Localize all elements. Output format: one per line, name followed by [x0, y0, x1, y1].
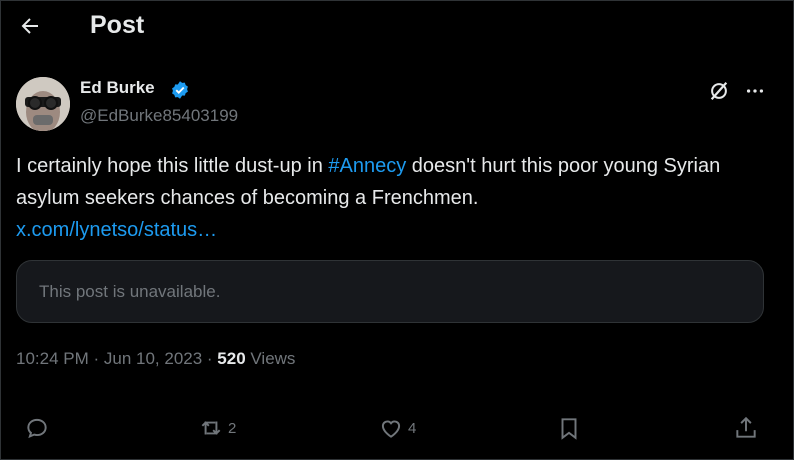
more-icon[interactable] [744, 80, 766, 102]
verified-badge-icon [172, 81, 188, 99]
views-label: Views [245, 349, 296, 368]
action-bar: 2 4 [0, 400, 794, 456]
post-text-before: I certainly hope this little dust-up in [16, 155, 329, 177]
post-date[interactable]: Jun 10, 2023 [104, 349, 202, 368]
post-url-link[interactable]: x.com/lynetso/status… [16, 219, 217, 241]
avatar-image [16, 77, 70, 131]
meta-separator: · [88, 349, 104, 368]
views-count: 520 [217, 349, 246, 368]
page-title: Post [90, 11, 145, 39]
reply-button[interactable] [24, 414, 50, 442]
post-metadata: 10:24 PM · Jun 10, 2023 · 520 Views [16, 349, 295, 369]
post-time[interactable]: 10:24 PM [16, 349, 89, 368]
repost-count: 2 [228, 419, 237, 437]
bookmark-icon [561, 418, 577, 440]
back-arrow-icon[interactable] [18, 14, 42, 38]
quote-unavailable-text: This post is unavailable. [39, 282, 221, 301]
hashtag-link[interactable]: #Annecy [328, 155, 406, 177]
repost-button[interactable]: 2 [198, 414, 236, 442]
reply-icon [27, 418, 47, 439]
bookmark-button[interactable] [556, 414, 582, 442]
like-button[interactable]: 4 [378, 414, 416, 442]
grok-icon[interactable] [708, 80, 730, 102]
like-count: 4 [408, 419, 417, 437]
quoted-post-unavailable: This post is unavailable. [16, 260, 764, 323]
share-icon [736, 416, 756, 438]
author-handle[interactable]: @EdBurke85403199 [80, 106, 238, 126]
repost-icon [201, 421, 221, 435]
author-name[interactable]: Ed Burke [80, 78, 155, 98]
page-header: Post [0, 0, 794, 56]
like-icon [381, 420, 401, 438]
post-text: I certainly hope this little dust-up in … [16, 150, 756, 246]
meta-separator: · [202, 349, 218, 368]
avatar[interactable] [16, 77, 70, 131]
share-button[interactable] [733, 414, 759, 442]
